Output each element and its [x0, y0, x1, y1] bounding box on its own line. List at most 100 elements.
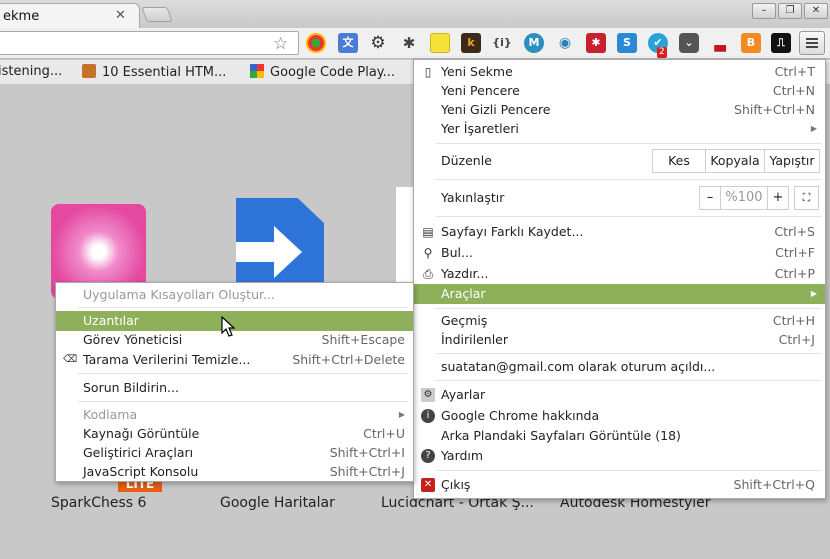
- exit-icon: ✕: [421, 478, 435, 492]
- menu-label: Yeni Sekme: [441, 64, 513, 79]
- translate-icon[interactable]: 文: [338, 33, 358, 53]
- menu-shortcut: Ctrl+H: [772, 313, 815, 328]
- menu-shortcut: Ctrl+J: [778, 332, 815, 347]
- title-bar: ekme ✕ – ❐ ✕: [0, 0, 830, 29]
- menu-item-incognito[interactable]: Yeni Gizli Pencere Shift+Ctrl+N: [414, 100, 825, 120]
- minimize-button[interactable]: –: [752, 3, 776, 19]
- menu-item-background-pages[interactable]: Arka Plandaki Sayfaları Görüntüle (18): [414, 426, 825, 446]
- webcam-icon[interactable]: [306, 33, 326, 53]
- menu-label: Ayarlar: [441, 387, 486, 402]
- tab-close-icon[interactable]: ✕: [115, 8, 126, 23]
- menu-label: Yeni Gizli Pencere: [441, 102, 551, 117]
- menu-item-clear-data[interactable]: ⌫ Tarama Verilerini Temizle... Shift+Ctr…: [56, 350, 413, 370]
- pocket-icon[interactable]: ⌄: [679, 33, 699, 53]
- eye-icon[interactable]: ◉: [555, 33, 575, 53]
- menu-label: Kodlama: [83, 407, 138, 422]
- tab-title: ekme: [3, 9, 40, 24]
- menu-item-bookmarks[interactable]: Yer İşaretleri ▶: [414, 119, 825, 139]
- bookmark-item[interactable]: istening...: [0, 64, 62, 79]
- menu-shortcut: Shift+Ctrl+J: [329, 464, 405, 479]
- menu-item-history[interactable]: Geçmiş Ctrl+H: [414, 311, 825, 331]
- zoom-out-button[interactable]: –: [699, 186, 721, 210]
- paste-button[interactable]: Yapıştır: [764, 149, 820, 173]
- zoom-level: %100: [720, 186, 768, 210]
- fullscreen-icon[interactable]: ⛶: [794, 186, 819, 210]
- clear-icon: ⌫: [63, 354, 78, 365]
- menu-separator: [436, 143, 821, 144]
- menu-item-about[interactable]: i Google Chrome hakkında: [414, 406, 825, 426]
- menu-label: Uygulama Kısayolları Oluştur...: [83, 287, 275, 302]
- menu-label: Arka Plandaki Sayfaları Görüntüle (18): [441, 428, 681, 443]
- k-icon[interactable]: k: [461, 33, 481, 53]
- menu-item-save-page[interactable]: ▤ Sayfayı Farklı Kaydet... Ctrl+S: [414, 222, 825, 242]
- menu-label: Görev Yöneticisi: [83, 332, 183, 347]
- menu-label: Google Chrome hakkında: [441, 408, 600, 423]
- menu-shortcut: Shift+Ctrl+N: [734, 102, 815, 117]
- menu-shortcut: Ctrl+F: [775, 245, 815, 260]
- bookmark-item[interactable]: 10 Essential HTM...: [82, 64, 226, 80]
- menu-shortcut: Shift+Escape: [321, 332, 405, 347]
- menu-label: Uzantılar: [83, 313, 139, 328]
- json-icon[interactable]: {i}: [492, 33, 512, 53]
- menu-label: Tarama Verilerini Temizle...: [83, 352, 251, 367]
- bookmark-item[interactable]: Google Code Play...: [250, 64, 395, 80]
- submenu-arrow-icon: ▶: [810, 124, 817, 133]
- app-label[interactable]: SparkChess 6: [51, 495, 146, 511]
- menu-shortcut: Shift+Ctrl+Q: [733, 477, 815, 492]
- bug-icon[interactable]: ✱: [399, 33, 419, 53]
- chrome-main-menu: ▯ Yeni Sekme Ctrl+T Yeni Pencere Ctrl+N …: [413, 59, 826, 499]
- browser-tab[interactable]: ekme ✕: [0, 3, 140, 29]
- menu-label: Geliştirici Araçları: [83, 445, 194, 460]
- menu-separator: [436, 353, 821, 354]
- star-icon[interactable]: ☆: [273, 34, 288, 54]
- bookmark-label: 10 Essential HTM...: [102, 65, 227, 80]
- menu-item-js-console[interactable]: JavaScript Konsolu Shift+Ctrl+J: [56, 462, 413, 482]
- menu-label: Yazdır...: [441, 266, 489, 281]
- gear-icon[interactable]: ⚙: [368, 33, 388, 53]
- help-icon: ?: [421, 449, 435, 463]
- menu-label: Geçmiş: [441, 313, 488, 328]
- blogger-icon[interactable]: B: [741, 33, 761, 53]
- menu-shortcut: Ctrl+N: [772, 83, 815, 98]
- menu-item-help[interactable]: ? Yardım: [414, 446, 825, 466]
- menu-separator: [436, 470, 821, 471]
- menu-shortcut: Shift+Ctrl+Delete: [292, 352, 405, 367]
- menu-item-dev-tools[interactable]: Geliştirici Araçları Shift+Ctrl+I: [56, 443, 413, 463]
- app-label[interactable]: Google Haritalar: [220, 495, 335, 511]
- menu-item-view-source[interactable]: Kaynağı Görüntüle Ctrl+U: [56, 424, 413, 444]
- bookmark-label: istening...: [0, 64, 63, 79]
- menu-label: suatatan@gmail.com olarak oturum açıldı.…: [441, 359, 716, 374]
- menu-label: Çıkış: [441, 477, 471, 492]
- menu-item-find[interactable]: ⚲ Bul... Ctrl+F: [414, 243, 825, 263]
- waveform-icon[interactable]: ⎍: [771, 33, 791, 53]
- menu-item-exit[interactable]: ✕ Çıkış Shift+Ctrl+Q: [414, 475, 825, 495]
- menu-label: Araçlar: [441, 286, 486, 301]
- menu-separator: [436, 216, 821, 217]
- menu-item-report-issue[interactable]: Sorun Bildirin...: [56, 378, 413, 398]
- copy-button[interactable]: Kopyala: [705, 149, 765, 173]
- menu-item-new-tab[interactable]: ▯ Yeni Sekme Ctrl+T: [414, 62, 825, 82]
- m-icon[interactable]: M: [524, 33, 544, 53]
- car-icon[interactable]: ▃: [710, 33, 730, 53]
- close-window-button[interactable]: ✕: [804, 3, 828, 19]
- s-icon[interactable]: S: [617, 33, 637, 53]
- menu-item-downloads[interactable]: İndirilenler Ctrl+J: [414, 330, 825, 350]
- lastpass-icon[interactable]: ✱: [586, 33, 606, 53]
- menu-item-new-window[interactable]: Yeni Pencere Ctrl+N: [414, 81, 825, 101]
- chrome-menu-button[interactable]: [799, 31, 825, 55]
- menu-label: Yakınlaştır: [441, 190, 505, 205]
- box-icon: [82, 64, 96, 78]
- menu-separator: [436, 179, 821, 180]
- sticky-note-icon[interactable]: [430, 33, 450, 53]
- menu-item-tools[interactable]: Araçlar ▶: [414, 284, 825, 304]
- cut-button[interactable]: Kes: [652, 149, 706, 173]
- restore-button[interactable]: ❐: [778, 3, 802, 19]
- menu-item-settings[interactable]: ⚙ Ayarlar: [414, 385, 825, 405]
- address-bar[interactable]: ☆: [0, 31, 299, 55]
- menu-item-signed-in[interactable]: suatatan@gmail.com olarak oturum açıldı.…: [414, 357, 825, 377]
- menu-label: Yeni Pencere: [441, 83, 520, 98]
- new-tab-button[interactable]: [141, 7, 173, 22]
- bookmark-label: Google Code Play...: [270, 65, 396, 80]
- zoom-in-button[interactable]: +: [767, 186, 789, 210]
- menu-item-print[interactable]: ⎙ Yazdır... Ctrl+P: [414, 264, 825, 284]
